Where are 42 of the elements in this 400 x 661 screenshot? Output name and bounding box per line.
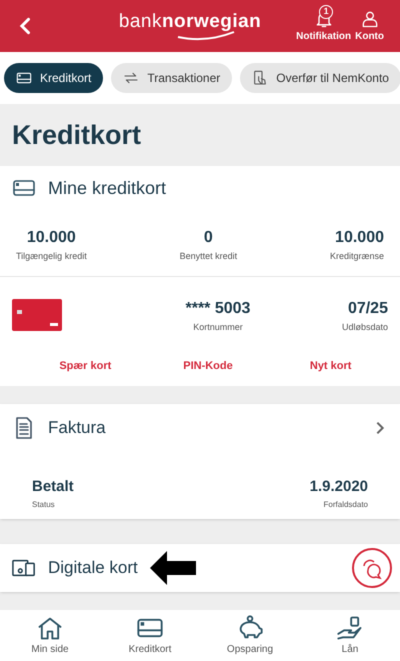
card-action-link[interactable]: Nyt kort bbox=[310, 358, 352, 374]
bottom-nav-item[interactable]: Kreditkort bbox=[100, 610, 200, 661]
card-image-icon bbox=[12, 299, 62, 332]
card-number-label: Kortnummer bbox=[193, 320, 243, 334]
stat-value: 10.000 bbox=[335, 228, 384, 248]
digital-cards-panel[interactable]: Digitale kort bbox=[0, 544, 400, 592]
bottom-nav-item[interactable]: Lån bbox=[300, 610, 400, 661]
status-label: Status bbox=[32, 498, 56, 510]
section-title: Digitale kort bbox=[48, 556, 138, 579]
swoosh-icon bbox=[176, 30, 236, 40]
tab[interactable]: Overfør til NemKonto bbox=[240, 63, 400, 93]
stat-value: 10.000 bbox=[26, 228, 76, 248]
due-date-label: Forfaldsdato bbox=[324, 498, 368, 510]
stat-value: 0 bbox=[204, 228, 213, 248]
arrow-icon bbox=[150, 550, 196, 584]
expiry-date: 07/25 bbox=[348, 298, 388, 318]
due-date: 1.9.2020 bbox=[310, 477, 368, 497]
arrows-icon bbox=[123, 70, 140, 86]
bottom-nav-item[interactable]: Min side bbox=[0, 610, 100, 661]
logo-text: banknorwegian bbox=[118, 12, 262, 30]
card-action-link[interactable]: Spær kort bbox=[59, 358, 112, 374]
user-icon bbox=[360, 8, 380, 28]
section-title: Mine kreditkort bbox=[48, 176, 166, 200]
header-action[interactable]: Konto bbox=[355, 8, 384, 44]
stat-label: Benyttet kredit bbox=[180, 250, 238, 263]
card-action-link[interactable]: PIN-Kode bbox=[183, 358, 233, 374]
card-number: **** 5003 bbox=[186, 298, 250, 318]
section-title: Faktura bbox=[48, 417, 107, 440]
page-title: Kreditkort bbox=[11, 118, 142, 152]
tab[interactable]: Kreditkort bbox=[4, 63, 104, 93]
stat-label: Kreditgrænse bbox=[330, 250, 384, 263]
invoice-status: Betalt bbox=[32, 477, 74, 497]
chat-button[interactable] bbox=[352, 548, 392, 588]
expiry-label: Udløbsdato bbox=[342, 320, 388, 334]
invoice-panel[interactable]: Faktura Betalt Status 1.9.2020 Forfaldsdato bbox=[0, 404, 400, 518]
bottom-nav-item[interactable]: Opsparing bbox=[200, 610, 300, 661]
tab[interactable]: Transaktioner bbox=[111, 63, 232, 93]
credit-card-icon bbox=[16, 70, 32, 86]
notification-badge: 1 bbox=[319, 4, 334, 18]
stat-label: Tilgængelig kredit bbox=[16, 250, 87, 263]
phone-hand-icon bbox=[252, 70, 268, 86]
hand-coins-icon bbox=[336, 614, 364, 642]
